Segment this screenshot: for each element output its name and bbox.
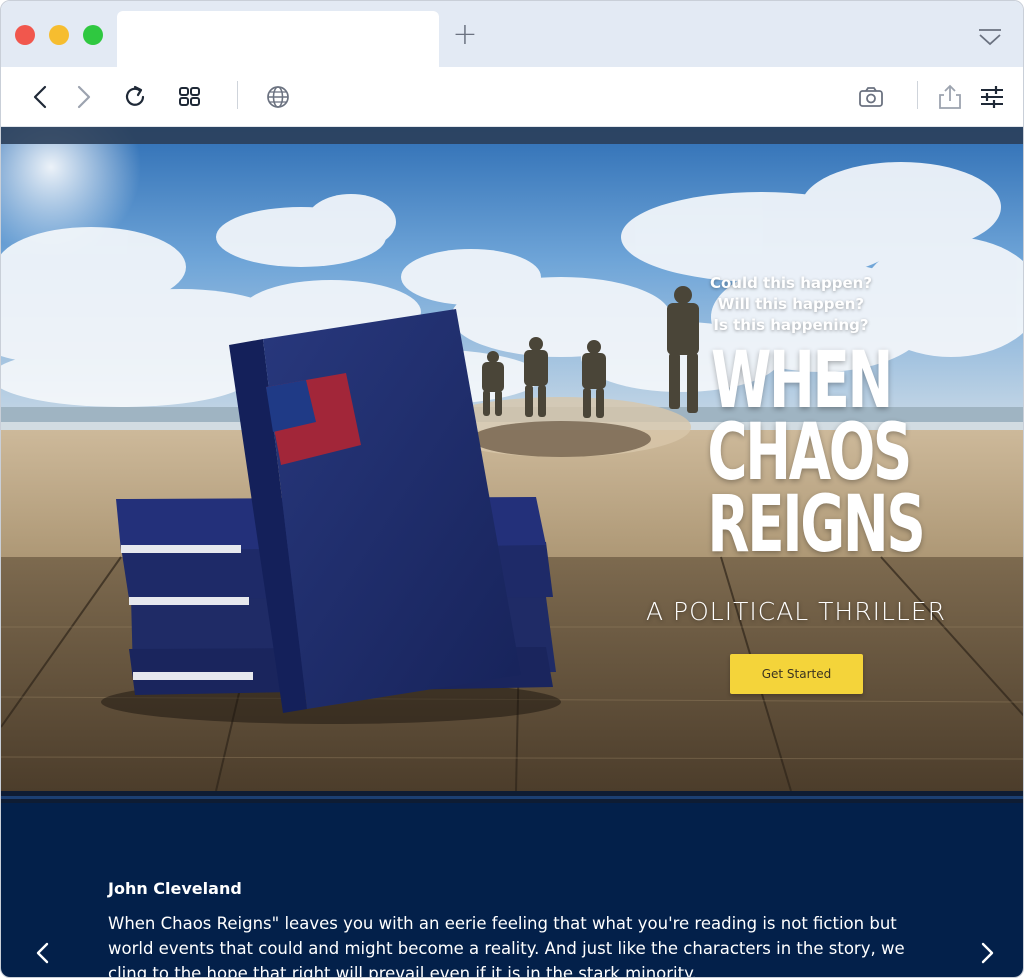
globe-icon[interactable] [264,83,292,111]
toolbar-separator [237,81,238,109]
hero-top-band [1,127,1023,144]
hero-hook-text: Could this happen? Will this happen? Is … [691,273,891,336]
camera-icon[interactable] [857,83,885,111]
hero-title: WHEN CHAOS REIGNS [707,336,925,570]
section-divider [1,791,1023,803]
minimize-window-button[interactable] [49,25,69,45]
close-window-button[interactable] [15,25,35,45]
active-tab[interactable] [117,11,439,67]
hero-title-line: REIGNS [707,480,925,570]
browser-window: + Could this happen? Will this happen? I… [0,0,1024,978]
page-viewport: Could this happen? Will this happen? Is … [1,127,1023,978]
settings-sliders-icon[interactable] [978,83,1006,111]
tab-menu-icon[interactable] [977,27,1003,49]
testimonial-quote: When Chaos Reigns" leaves you with an ee… [108,914,905,978]
chevron-left-icon[interactable] [33,941,53,965]
tab-grid-icon[interactable] [176,83,204,111]
chevron-right-icon[interactable] [977,941,997,965]
browser-toolbar [1,67,1023,127]
new-tab-button[interactable]: + [451,20,479,50]
hook-line: Could this happen? [709,274,873,292]
hero-section: Could this happen? Will this happen? Is … [1,127,1023,791]
hook-line: Will this happen? [717,295,865,313]
back-icon[interactable] [27,83,55,111]
reload-icon[interactable] [121,83,149,111]
hero-subtitle: A POLITICAL THRILLER [645,597,947,626]
reviewer-name: John Cleveland [108,879,242,898]
hero-title-line: WHEN [710,336,893,426]
get-started-button[interactable]: Get Started [730,654,863,694]
hook-line: Is this happening? [713,316,869,334]
tab-strip: + [1,1,1023,67]
toolbar-separator [917,81,918,109]
hero-title-line: CHAOS [707,408,912,498]
forward-icon[interactable] [69,83,97,111]
testimonial-section: John Cleveland When Chaos Reigns" leaves… [1,803,1023,978]
share-icon[interactable] [936,83,964,111]
maximize-window-button[interactable] [83,25,103,45]
